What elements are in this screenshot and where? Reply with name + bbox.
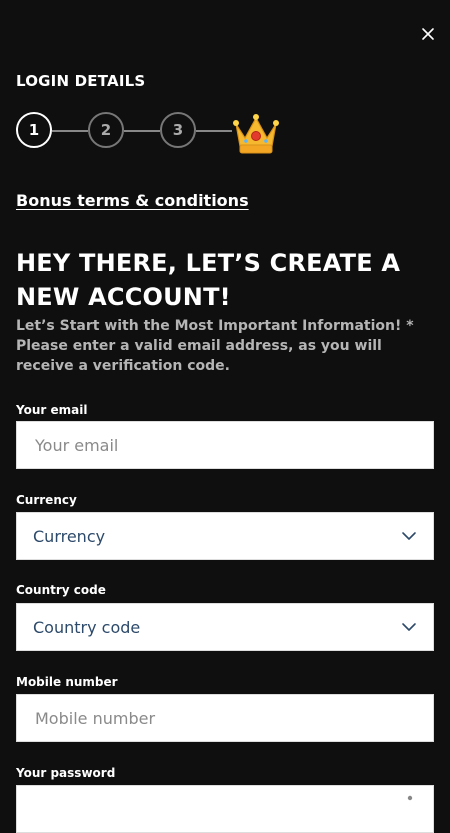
password-label: Your password — [16, 766, 116, 780]
close-button[interactable] — [418, 24, 438, 44]
step-connector — [52, 130, 88, 132]
step-connector — [124, 130, 160, 132]
currency-select[interactable]: Currency — [16, 512, 434, 560]
chevron-down-icon — [402, 532, 416, 540]
section-title: LOGIN DETAILS — [16, 72, 146, 90]
crown-icon — [233, 114, 279, 154]
country-code-label: Country code — [16, 583, 106, 597]
chevron-down-icon — [402, 623, 416, 631]
bonus-terms-link[interactable]: Bonus terms & conditions — [16, 191, 249, 210]
step-2: 2 — [88, 112, 124, 148]
step-connector — [196, 130, 232, 132]
country-code-select-value: Country code — [33, 617, 141, 637]
country-code-select[interactable]: Country code — [16, 603, 434, 651]
close-icon — [422, 28, 434, 40]
mobile-number-label: Mobile number — [16, 675, 118, 689]
mobile-number-field-wrapper[interactable] — [16, 694, 434, 742]
email-field[interactable] — [33, 434, 417, 456]
step-3: 3 — [160, 112, 196, 148]
eye-icon[interactable] — [403, 791, 417, 805]
currency-label: Currency — [16, 493, 77, 507]
progress-stepper: 1 2 3 — [16, 112, 296, 154]
step-1: 1 — [16, 112, 52, 148]
currency-select-value: Currency — [33, 526, 106, 546]
mobile-number-field[interactable] — [33, 707, 417, 729]
email-label: Your email — [16, 403, 88, 417]
page-headline: HEY THERE, LET’S CREATE A NEW ACCOUNT! — [16, 249, 401, 311]
password-field[interactable] — [16, 785, 434, 833]
email-field-wrapper[interactable] — [16, 421, 434, 469]
intro-text: Let’s Start with the Most Important Info… — [16, 318, 414, 374]
